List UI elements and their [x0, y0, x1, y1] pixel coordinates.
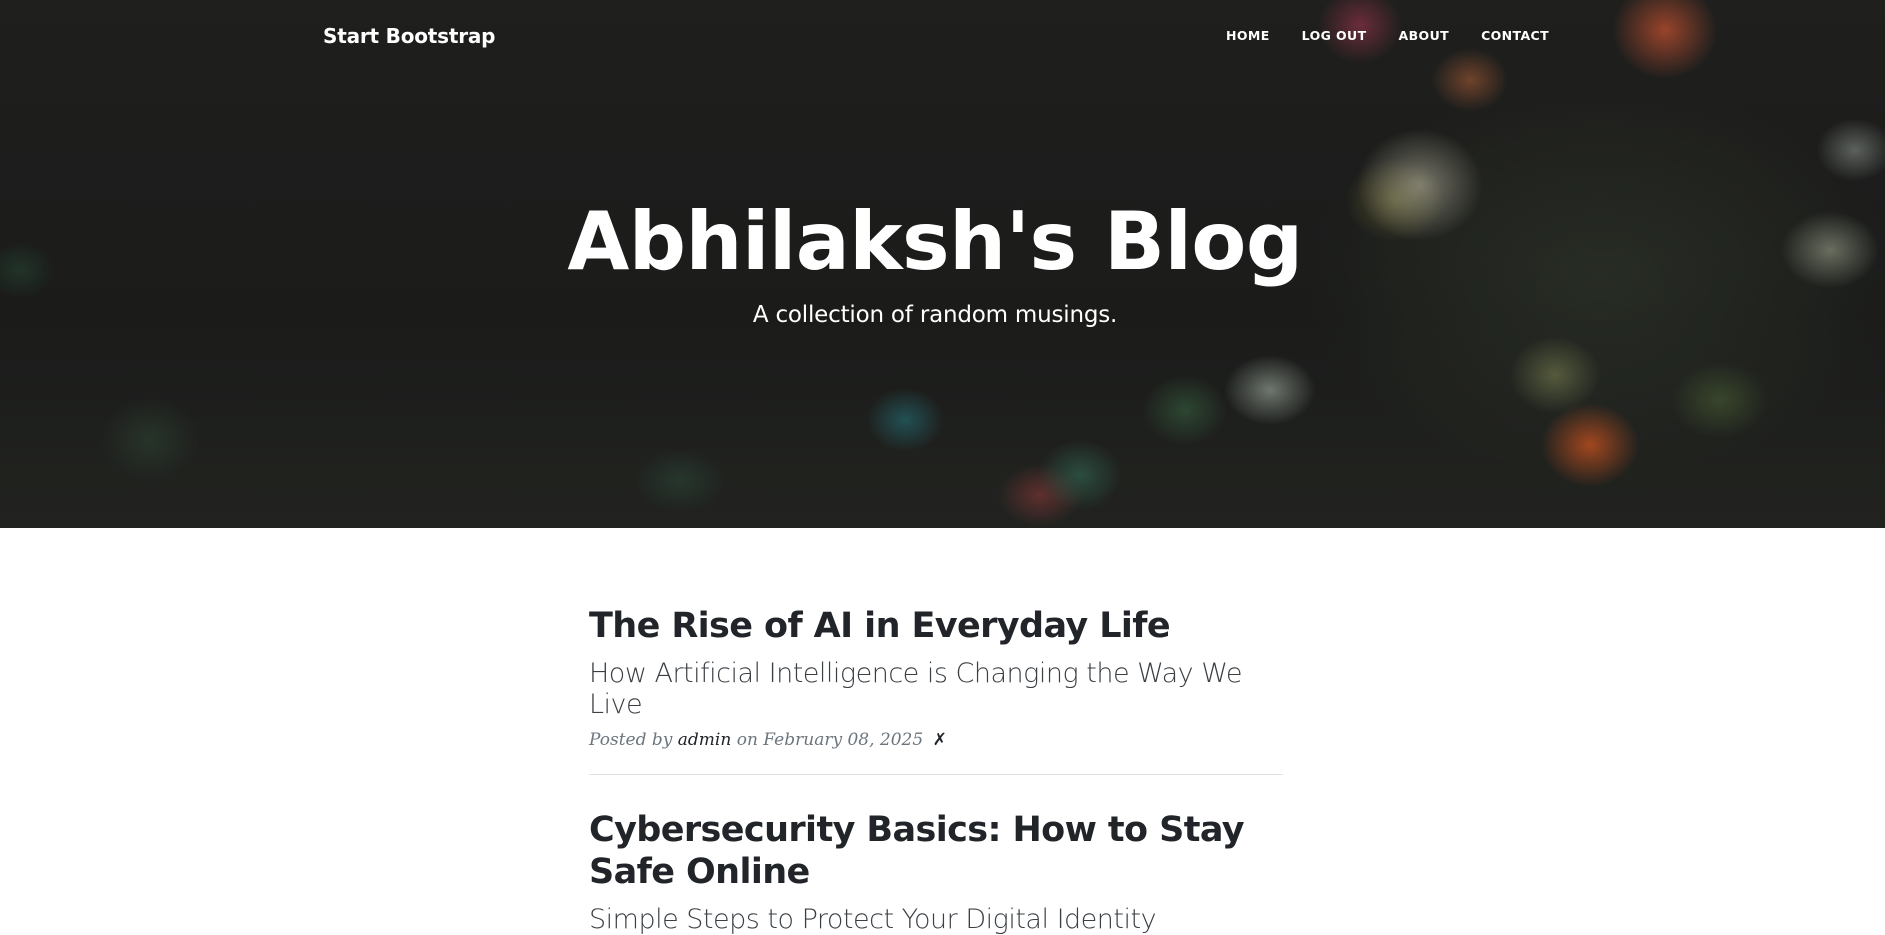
nav-about-link[interactable]: ABOUT	[1399, 28, 1450, 43]
brand-link[interactable]: Start Bootstrap	[323, 24, 495, 48]
post-title: Cybersecurity Basics: How to Stay Safe O…	[589, 809, 1245, 893]
post-subtitle: How Artificial Intelligence is Changing …	[589, 657, 1242, 720]
post-author-link[interactable]: admin	[678, 730, 732, 750]
site-subtitle: A collection of random musings.	[752, 302, 1118, 328]
post-meta: Posted by admin on February 08, 2025 ✗	[589, 730, 1283, 750]
post-date: on February 08, 2025	[736, 729, 924, 750]
post-link[interactable]: Cybersecurity Basics: How to Stay Safe O…	[589, 809, 1283, 935]
nav-home-link[interactable]: HOME	[1226, 28, 1270, 43]
post-item: The Rise of AI in Everyday Life How Arti…	[589, 605, 1283, 750]
nav-logout-link[interactable]: LOG OUT	[1302, 28, 1367, 43]
post-list: The Rise of AI in Everyday Life How Arti…	[589, 605, 1283, 935]
post-divider	[589, 773, 1283, 775]
navbar: Start Bootstrap HOME LOG OUT ABOUT CONTA…	[0, 0, 1885, 74]
delete-post-icon[interactable]: ✗	[933, 730, 947, 750]
nav-contact-link[interactable]: CONTACT	[1481, 28, 1549, 43]
nav-links: HOME LOG OUT ABOUT CONTACT	[1226, 28, 1581, 43]
site-title: Abhilaksh's Blog	[567, 195, 1303, 288]
site-heading: Abhilaksh's Blog A collection of random …	[0, 195, 1870, 329]
post-meta-prefix: Posted by	[589, 729, 673, 750]
post-title: The Rise of AI in Everyday Life	[589, 606, 1171, 646]
post-item: Cybersecurity Basics: How to Stay Safe O…	[589, 809, 1283, 935]
masthead-hero: Start Bootstrap HOME LOG OUT ABOUT CONTA…	[0, 0, 1885, 528]
post-link[interactable]: The Rise of AI in Everyday Life How Arti…	[589, 605, 1283, 720]
post-subtitle: Simple Steps to Protect Your Digital Ide…	[589, 904, 1157, 935]
